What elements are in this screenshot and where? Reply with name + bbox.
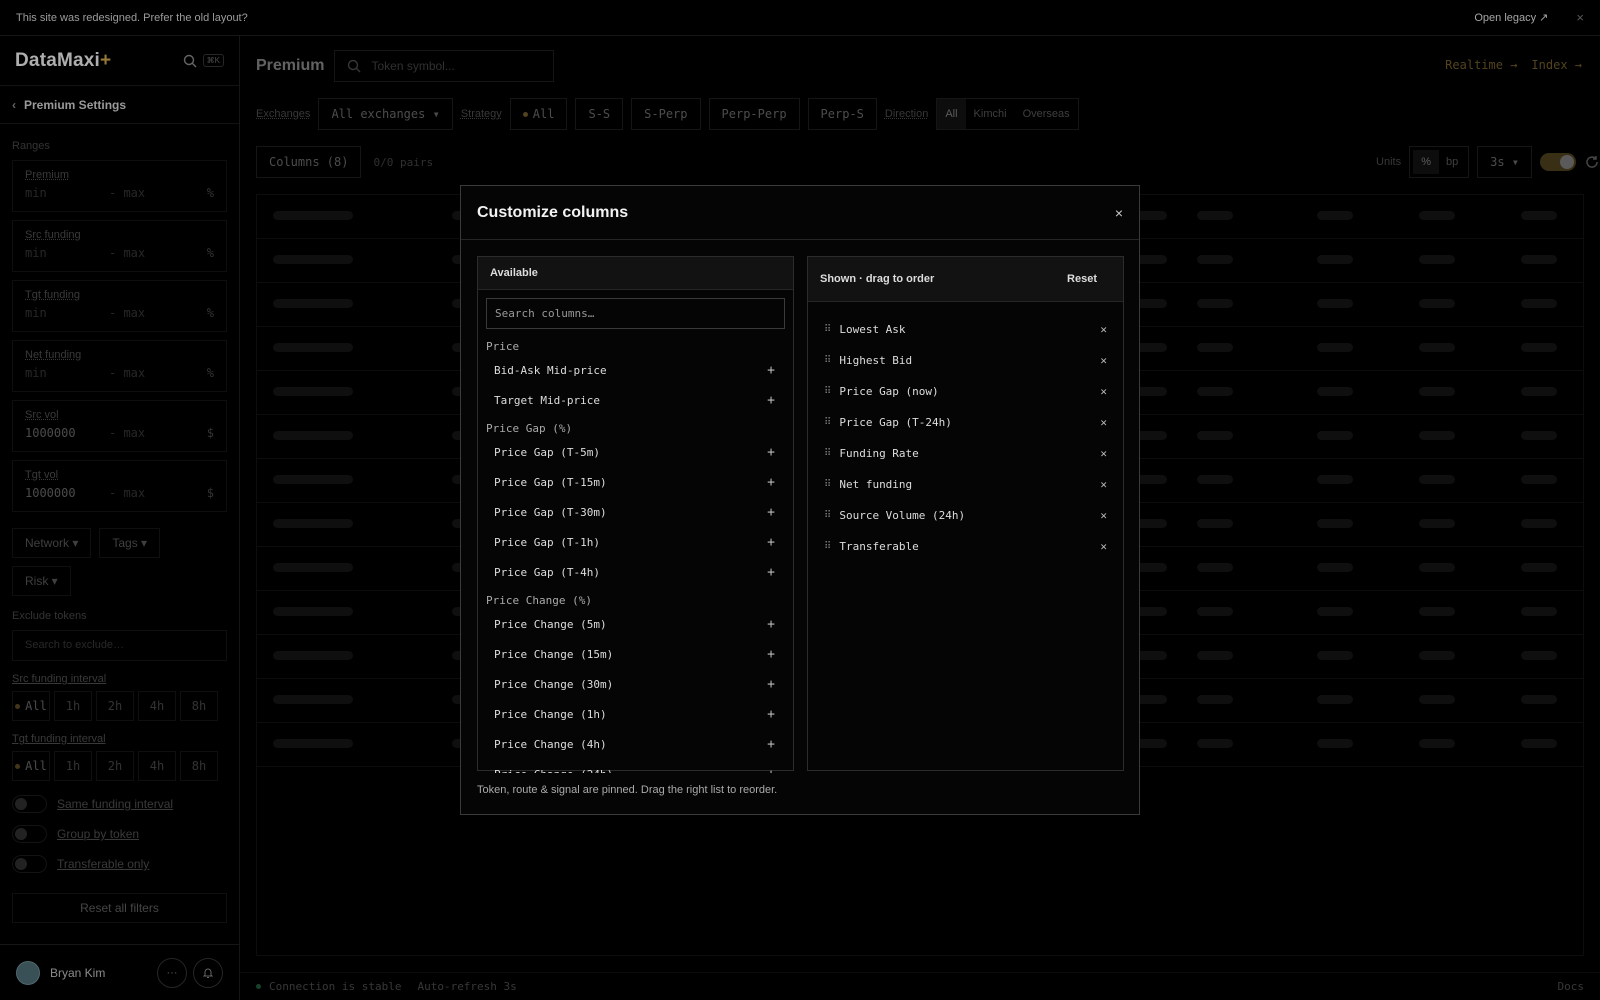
drag-handle-icon[interactable]: ⠿ [824, 324, 831, 335]
column-name: Source Volume (24h) [839, 509, 966, 522]
column-name: Price Change (4h) [494, 737, 607, 751]
column-name: Lowest Ask [839, 323, 906, 336]
remove-icon[interactable]: ✕ [1100, 416, 1107, 429]
add-icon[interactable]: + [767, 737, 785, 752]
column-name: Price Gap (T-30m) [494, 505, 607, 519]
available-column[interactable]: Price Change (1h) + [478, 699, 793, 729]
shown-column[interactable]: ⠿ Funding Rate ✕ [808, 438, 1123, 469]
shown-column[interactable]: ⠿ Lowest Ask ✕ [808, 314, 1123, 345]
available-column[interactable]: Price Gap (T-5m) + [478, 437, 793, 467]
add-icon[interactable]: + [767, 647, 785, 662]
drag-handle-icon[interactable]: ⠿ [824, 448, 831, 459]
column-name: Price Gap (T-1h) [494, 535, 600, 549]
shown-column[interactable]: ⠿ Price Gap (T-24h) ✕ [808, 407, 1123, 438]
column-name: Funding Rate [839, 447, 919, 460]
add-icon[interactable]: + [767, 677, 785, 692]
shown-column[interactable]: ⠿ Source Volume (24h) ✕ [808, 500, 1123, 531]
customize-columns-modal: Customize columns × Available Search col… [460, 185, 1140, 815]
shown-list: ⠿ Lowest Ask ✕ ⠿ Highest Bid ✕ ⠿ Price Gap (now… [808, 302, 1123, 562]
available-title: Available [478, 257, 793, 290]
app-root: This site was redesigned. Prefer the old… [0, 0, 1600, 1000]
reset-columns-button[interactable]: Reset [1053, 273, 1111, 285]
remove-icon[interactable]: ✕ [1100, 354, 1107, 367]
add-icon[interactable]: + [767, 475, 785, 490]
add-icon[interactable]: + [767, 535, 785, 550]
column-name: Price Gap (now) [839, 385, 939, 398]
column-name: Price Change (1h) [494, 707, 607, 721]
column-name: Net funding [839, 478, 913, 491]
add-icon[interactable]: + [767, 393, 785, 408]
add-icon[interactable]: + [767, 505, 785, 520]
available-column[interactable]: Price Gap (T-4h) + [478, 557, 793, 587]
add-icon[interactable]: + [767, 617, 785, 632]
column-name: Price Change (15m) [494, 647, 614, 661]
add-icon[interactable]: + [767, 565, 785, 580]
available-column[interactable]: Price Gap (T-30m) + [478, 497, 793, 527]
shown-panel: Shown · drag to order Reset ⠿ Lowest Ask ✕… [807, 256, 1124, 771]
remove-icon[interactable]: ✕ [1100, 385, 1107, 398]
available-column[interactable]: Price Gap (T-1h) + [478, 527, 793, 557]
remove-icon[interactable]: ✕ [1100, 509, 1107, 522]
drag-handle-icon[interactable]: ⠿ [824, 479, 831, 490]
column-name: Price Change (24h) [494, 768, 767, 774]
close-icon[interactable]: × [1115, 205, 1123, 221]
column-group-label: Price Change (%) [486, 594, 592, 607]
available-column[interactable]: Price Change (30m) + [478, 669, 793, 699]
available-column[interactable]: Price Change (24h)+ [478, 759, 793, 774]
shown-column[interactable]: ⠿ Transferable ✕ [808, 531, 1123, 562]
shown-column[interactable]: ⠿ Highest Bid ✕ [808, 345, 1123, 376]
remove-icon[interactable]: ✕ [1100, 447, 1107, 460]
available-list[interactable]: Price Bid-Ask Mid-price + Target Mid-price +… [478, 333, 793, 773]
column-name: Target Mid-price [494, 393, 600, 407]
add-icon[interactable]: + [767, 767, 785, 774]
column-name: Price Change (30m) [494, 677, 614, 691]
column-name: Price Gap (T-24h) [839, 416, 952, 429]
available-column[interactable]: Bid-Ask Mid-price + [478, 355, 793, 385]
remove-icon[interactable]: ✕ [1100, 478, 1107, 491]
column-name: Transferable [839, 540, 919, 553]
available-column[interactable]: Price Gap (T-15m) + [478, 467, 793, 497]
available-column[interactable]: Target Mid-price + [478, 385, 793, 415]
shown-title: Shown · drag to order [820, 273, 935, 285]
column-name: Highest Bid [839, 354, 913, 367]
available-panel: Available Search columns… Price Bid-Ask M… [477, 256, 794, 773]
column-name: Price Gap (T-4h) [494, 565, 600, 579]
available-column[interactable]: Price Change (15m) + [478, 639, 793, 669]
remove-icon[interactable]: ✕ [1100, 323, 1107, 336]
drag-handle-icon[interactable]: ⠿ [824, 417, 831, 428]
modal-footer-note: Token, route & signal are pinned. Drag t… [477, 784, 778, 796]
modal-title: Customize columns [477, 203, 629, 221]
remove-icon[interactable]: ✕ [1100, 540, 1107, 553]
add-icon[interactable]: + [767, 707, 785, 722]
add-icon[interactable]: + [767, 363, 785, 378]
drag-handle-icon[interactable]: ⠿ [824, 510, 831, 521]
column-name: Bid-Ask Mid-price [494, 363, 607, 377]
drag-handle-icon[interactable]: ⠿ [824, 541, 831, 552]
shown-column[interactable]: ⠿ Price Gap (now) ✕ [808, 376, 1123, 407]
shown-column[interactable]: ⠿ Net funding ✕ [808, 469, 1123, 500]
column-name: Price Change (5m) [494, 617, 607, 631]
column-name: Price Gap (T-5m) [494, 445, 600, 459]
column-group-label: Price Gap (%) [486, 422, 573, 435]
drag-handle-icon[interactable]: ⠿ [824, 355, 831, 366]
drag-handle-icon[interactable]: ⠿ [824, 386, 831, 397]
available-column[interactable]: Price Change (5m) + [478, 609, 793, 639]
column-group-label: Price [486, 340, 520, 353]
search-columns-input[interactable]: Search columns… [486, 298, 785, 329]
available-column[interactable]: Price Change (4h) + [478, 729, 793, 759]
add-icon[interactable]: + [767, 445, 785, 460]
column-name: Price Gap (T-15m) [494, 475, 607, 489]
